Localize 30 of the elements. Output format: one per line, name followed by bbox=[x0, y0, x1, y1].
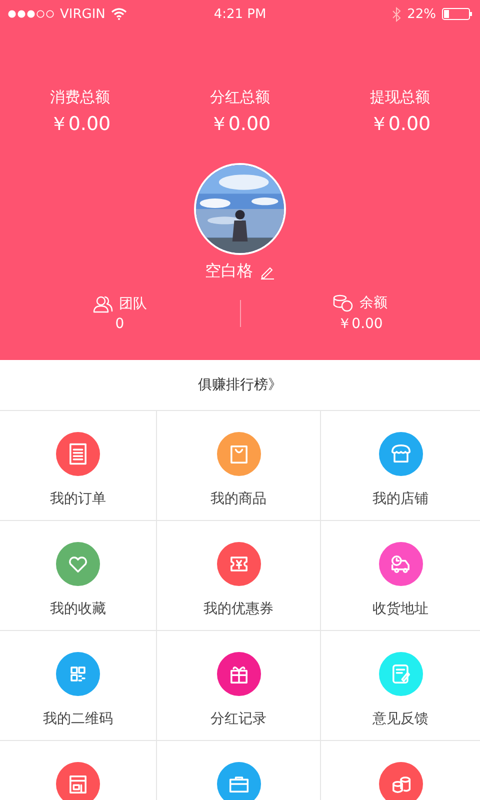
menu-item[interactable]: 我的收藏 bbox=[0, 521, 157, 631]
wifi-icon bbox=[111, 8, 128, 20]
total-label: 提现总额 bbox=[370, 88, 430, 107]
stat-label: 团队 bbox=[118, 295, 147, 313]
stat-label: 余额 bbox=[359, 294, 388, 312]
total-amount: ￥0.00 bbox=[209, 112, 271, 137]
coins-icon bbox=[333, 294, 354, 312]
battery-icon bbox=[442, 8, 472, 20]
menu-item[interactable]: 我的店铺 bbox=[321, 411, 480, 521]
total-amount: ￥0.00 bbox=[369, 112, 431, 137]
clock-time: 4:21 PM bbox=[214, 6, 266, 22]
stat-value: 0 bbox=[115, 316, 124, 332]
carrier-name: VIRGIN bbox=[60, 6, 106, 22]
menu-item[interactable]: 我的订单 bbox=[0, 411, 157, 521]
menu-item[interactable]: 我的二维码 bbox=[0, 631, 157, 741]
total-amount: ￥0.00 bbox=[49, 112, 111, 137]
menu-item[interactable]: 我的商品 bbox=[157, 411, 321, 521]
people-icon bbox=[92, 295, 113, 313]
battery-percent: 22% bbox=[407, 6, 436, 22]
signal-icon bbox=[8, 10, 54, 18]
bluetooth-icon bbox=[392, 6, 402, 22]
user-name: 空白格 bbox=[205, 261, 253, 282]
menu-item[interactable]: 我的优惠券 bbox=[157, 521, 321, 631]
menu-item[interactable]: 意见反馈 bbox=[321, 631, 480, 741]
total-label: 消费总额 bbox=[50, 88, 110, 107]
menu-item[interactable]: 收货地址 bbox=[321, 521, 480, 631]
stat-value: ￥0.00 bbox=[338, 315, 383, 333]
menu-item[interactable]: 分红记录 bbox=[157, 631, 321, 741]
total-label: 分红总额 bbox=[210, 88, 270, 107]
ranking-link[interactable]: 俱赚排行榜》 bbox=[198, 376, 282, 394]
